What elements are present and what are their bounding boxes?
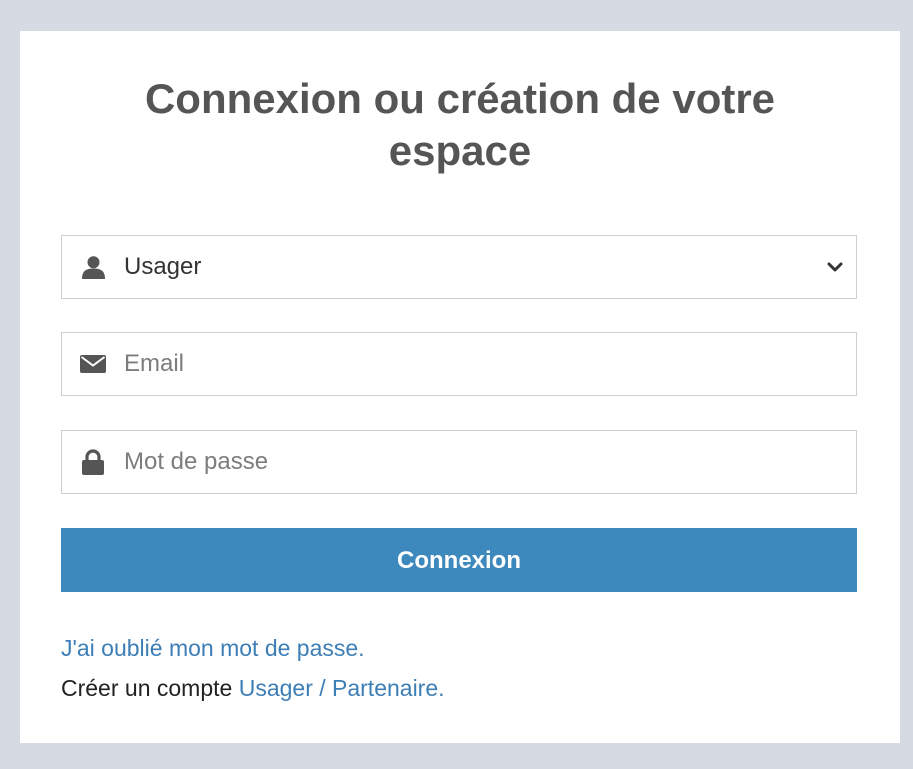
account-type-value: Usager bbox=[124, 253, 202, 280]
login-button[interactable]: Connexion bbox=[61, 528, 857, 592]
account-links: J'ai oublié mon mot de passe. Créer un c… bbox=[61, 628, 445, 708]
page-title-line-1: Connexion ou création de votre bbox=[144, 75, 776, 122]
user-icon bbox=[80, 254, 106, 280]
email-placeholder: Email bbox=[124, 350, 185, 377]
forgot-password-row: J'ai oublié mon mot de passe. bbox=[61, 628, 445, 668]
create-account-link[interactable]: Usager / Partenaire bbox=[239, 675, 438, 701]
envelope-icon bbox=[80, 351, 106, 377]
forgot-password-link[interactable]: J'ai oublié mon mot de passe. bbox=[61, 635, 365, 661]
login-panel: Connexion ou création de votre espace Us… bbox=[20, 31, 900, 743]
create-account-row: Créer un compte Usager / Partenaire. bbox=[61, 668, 445, 708]
password-placeholder: Mot de passe bbox=[124, 448, 269, 475]
account-type-select[interactable]: Usager bbox=[61, 235, 857, 299]
chevron-down-icon bbox=[826, 258, 844, 276]
lock-icon bbox=[80, 449, 106, 475]
page-title: Connexion ou création de votre espace bbox=[20, 73, 900, 177]
page-title-line-2: espace bbox=[388, 127, 532, 174]
create-account-period: . bbox=[438, 675, 445, 701]
create-account-text: Créer un compte bbox=[61, 675, 239, 701]
password-field[interactable]: Mot de passe bbox=[61, 430, 857, 494]
email-field[interactable]: Email bbox=[61, 332, 857, 396]
